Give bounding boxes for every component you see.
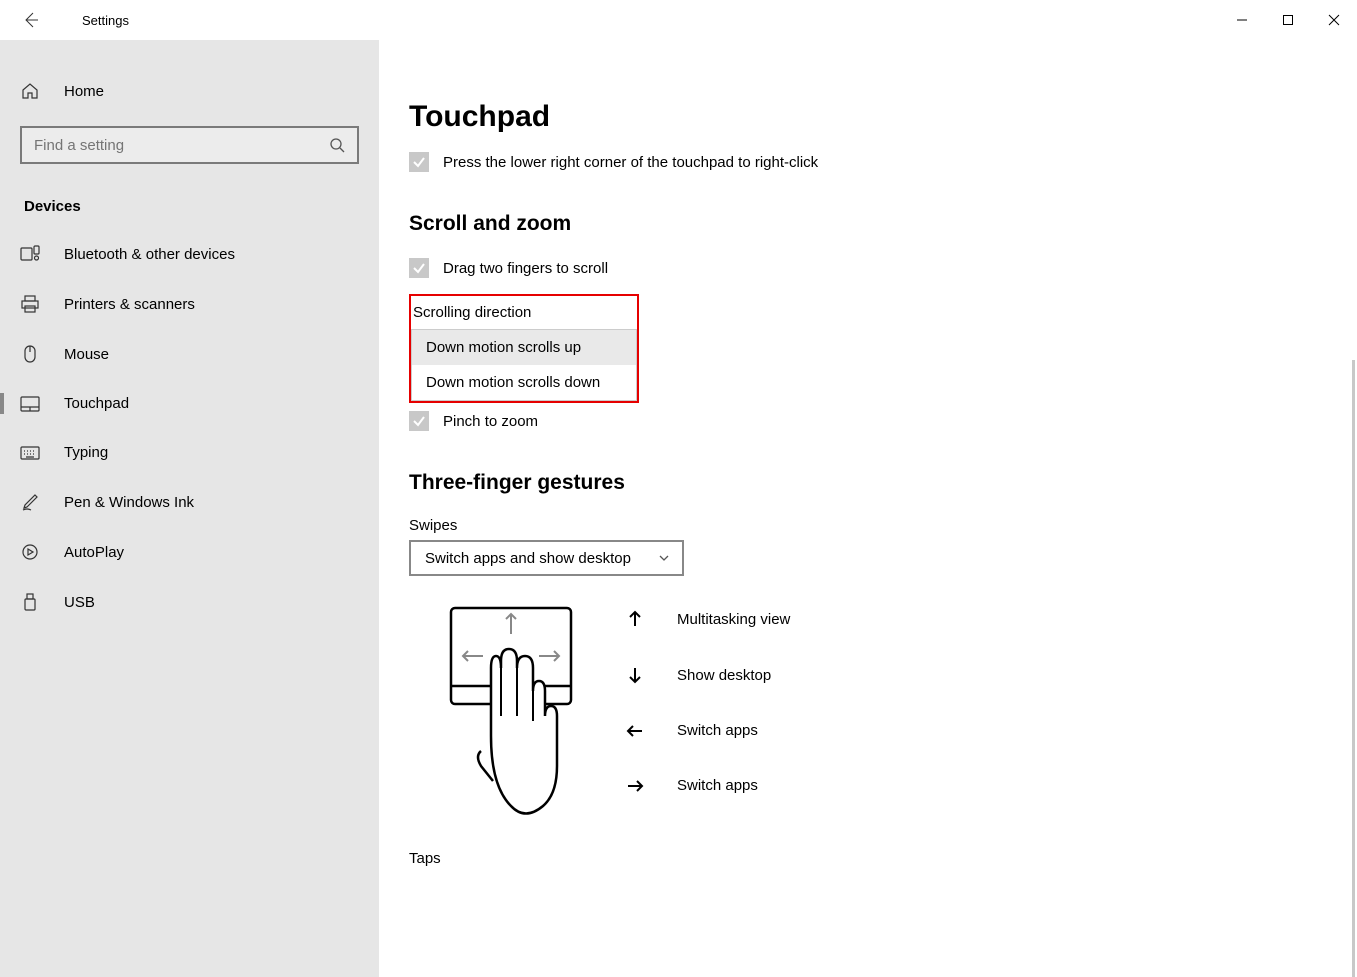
- pinch-zoom-label: Pinch to zoom: [443, 413, 538, 430]
- bluetooth-icon: [20, 245, 40, 263]
- sidebar-item-autoplay[interactable]: AutoPlay: [0, 527, 379, 577]
- swipes-value: Switch apps and show desktop: [425, 550, 631, 567]
- sidebar-item-mouse[interactable]: Mouse: [0, 329, 379, 379]
- maximize-button[interactable]: [1265, 0, 1311, 40]
- search-icon: [329, 137, 345, 153]
- checkbox-checked-icon: [409, 411, 429, 431]
- sidebar-item-label: Bluetooth & other devices: [64, 246, 235, 263]
- gesture-up-row: Multitasking view: [625, 610, 790, 628]
- checkbox-checked-icon: [409, 152, 429, 172]
- drag-scroll-checkbox-row[interactable]: Drag two fingers to scroll: [409, 258, 1317, 278]
- sidebar-item-label: Mouse: [64, 346, 109, 363]
- gesture-left-label: Switch apps: [677, 722, 758, 739]
- content-area: Touchpad Press the lower right corner of…: [379, 40, 1357, 977]
- sidebar-item-printers[interactable]: Printers & scanners: [0, 279, 379, 329]
- right-click-checkbox-row[interactable]: Press the lower right corner of the touc…: [409, 152, 1317, 172]
- gesture-down-row: Show desktop: [625, 666, 790, 684]
- sidebar-item-usb[interactable]: USB: [0, 577, 379, 627]
- taps-label: Taps: [409, 850, 1317, 867]
- scrollbar[interactable]: [1352, 360, 1355, 977]
- gesture-right-row: Switch apps: [625, 777, 790, 794]
- printer-icon: [20, 295, 40, 313]
- scroll-option-up[interactable]: Down motion scrolls up: [412, 330, 636, 365]
- sidebar-item-pen[interactable]: Pen & Windows Ink: [0, 477, 379, 527]
- minimize-button[interactable]: [1219, 0, 1265, 40]
- three-finger-section-title: Three-finger gestures: [409, 471, 1317, 495]
- right-click-label: Press the lower right corner of the touc…: [443, 154, 818, 171]
- autoplay-icon: [20, 543, 40, 561]
- sidebar-home[interactable]: Home: [0, 70, 379, 112]
- sidebar-item-touchpad[interactable]: Touchpad: [0, 379, 379, 428]
- arrow-left-icon: [625, 723, 645, 739]
- gesture-up-label: Multitasking view: [677, 611, 790, 628]
- checkbox-checked-icon: [409, 258, 429, 278]
- swipes-label: Swipes: [409, 517, 1317, 534]
- scrolling-direction-label: Scrolling direction: [411, 296, 637, 329]
- gesture-left-row: Switch apps: [625, 722, 790, 739]
- sidebar-item-label: USB: [64, 594, 95, 611]
- page-title: Touchpad: [409, 100, 1317, 134]
- back-button[interactable]: [18, 8, 42, 32]
- close-button[interactable]: [1311, 0, 1357, 40]
- arrow-up-icon: [625, 610, 645, 628]
- sidebar-category: Devices: [0, 174, 379, 229]
- sidebar-item-bluetooth[interactable]: Bluetooth & other devices: [0, 229, 379, 279]
- pinch-zoom-checkbox-row[interactable]: Pinch to zoom: [409, 411, 1317, 431]
- search-input[interactable]: [34, 137, 329, 154]
- sidebar-item-label: Pen & Windows Ink: [64, 494, 194, 511]
- touchpad-illustration: [445, 606, 575, 836]
- usb-icon: [20, 593, 40, 611]
- home-icon: [20, 82, 40, 100]
- app-title: Settings: [82, 13, 129, 28]
- scroll-zoom-section-title: Scroll and zoom: [409, 212, 1317, 236]
- sidebar-item-label: AutoPlay: [64, 544, 124, 561]
- touchpad-icon: [20, 396, 40, 412]
- mouse-icon: [20, 345, 40, 363]
- swipes-dropdown[interactable]: Switch apps and show desktop: [409, 540, 684, 576]
- sidebar: Home Devices Bluetooth & other devices: [0, 40, 379, 977]
- sidebar-item-label: Printers & scanners: [64, 296, 195, 313]
- arrow-right-icon: [625, 778, 645, 794]
- sidebar-item-typing[interactable]: Typing: [0, 428, 379, 477]
- sidebar-item-label: Touchpad: [64, 395, 129, 412]
- keyboard-icon: [20, 446, 40, 460]
- sidebar-home-label: Home: [64, 83, 104, 100]
- arrow-down-icon: [625, 666, 645, 684]
- scrolling-direction-options: Down motion scrolls up Down motion scrol…: [411, 329, 637, 401]
- chevron-down-icon: [658, 552, 670, 564]
- gesture-down-label: Show desktop: [677, 667, 771, 684]
- sidebar-item-label: Typing: [64, 444, 108, 461]
- drag-scroll-label: Drag two fingers to scroll: [443, 260, 608, 277]
- search-input-container[interactable]: [20, 126, 359, 164]
- pen-icon: [20, 493, 40, 511]
- gesture-right-label: Switch apps: [677, 777, 758, 794]
- scrolling-direction-dropdown[interactable]: Scrolling direction Down motion scrolls …: [409, 294, 639, 403]
- scroll-option-down[interactable]: Down motion scrolls down: [412, 365, 636, 400]
